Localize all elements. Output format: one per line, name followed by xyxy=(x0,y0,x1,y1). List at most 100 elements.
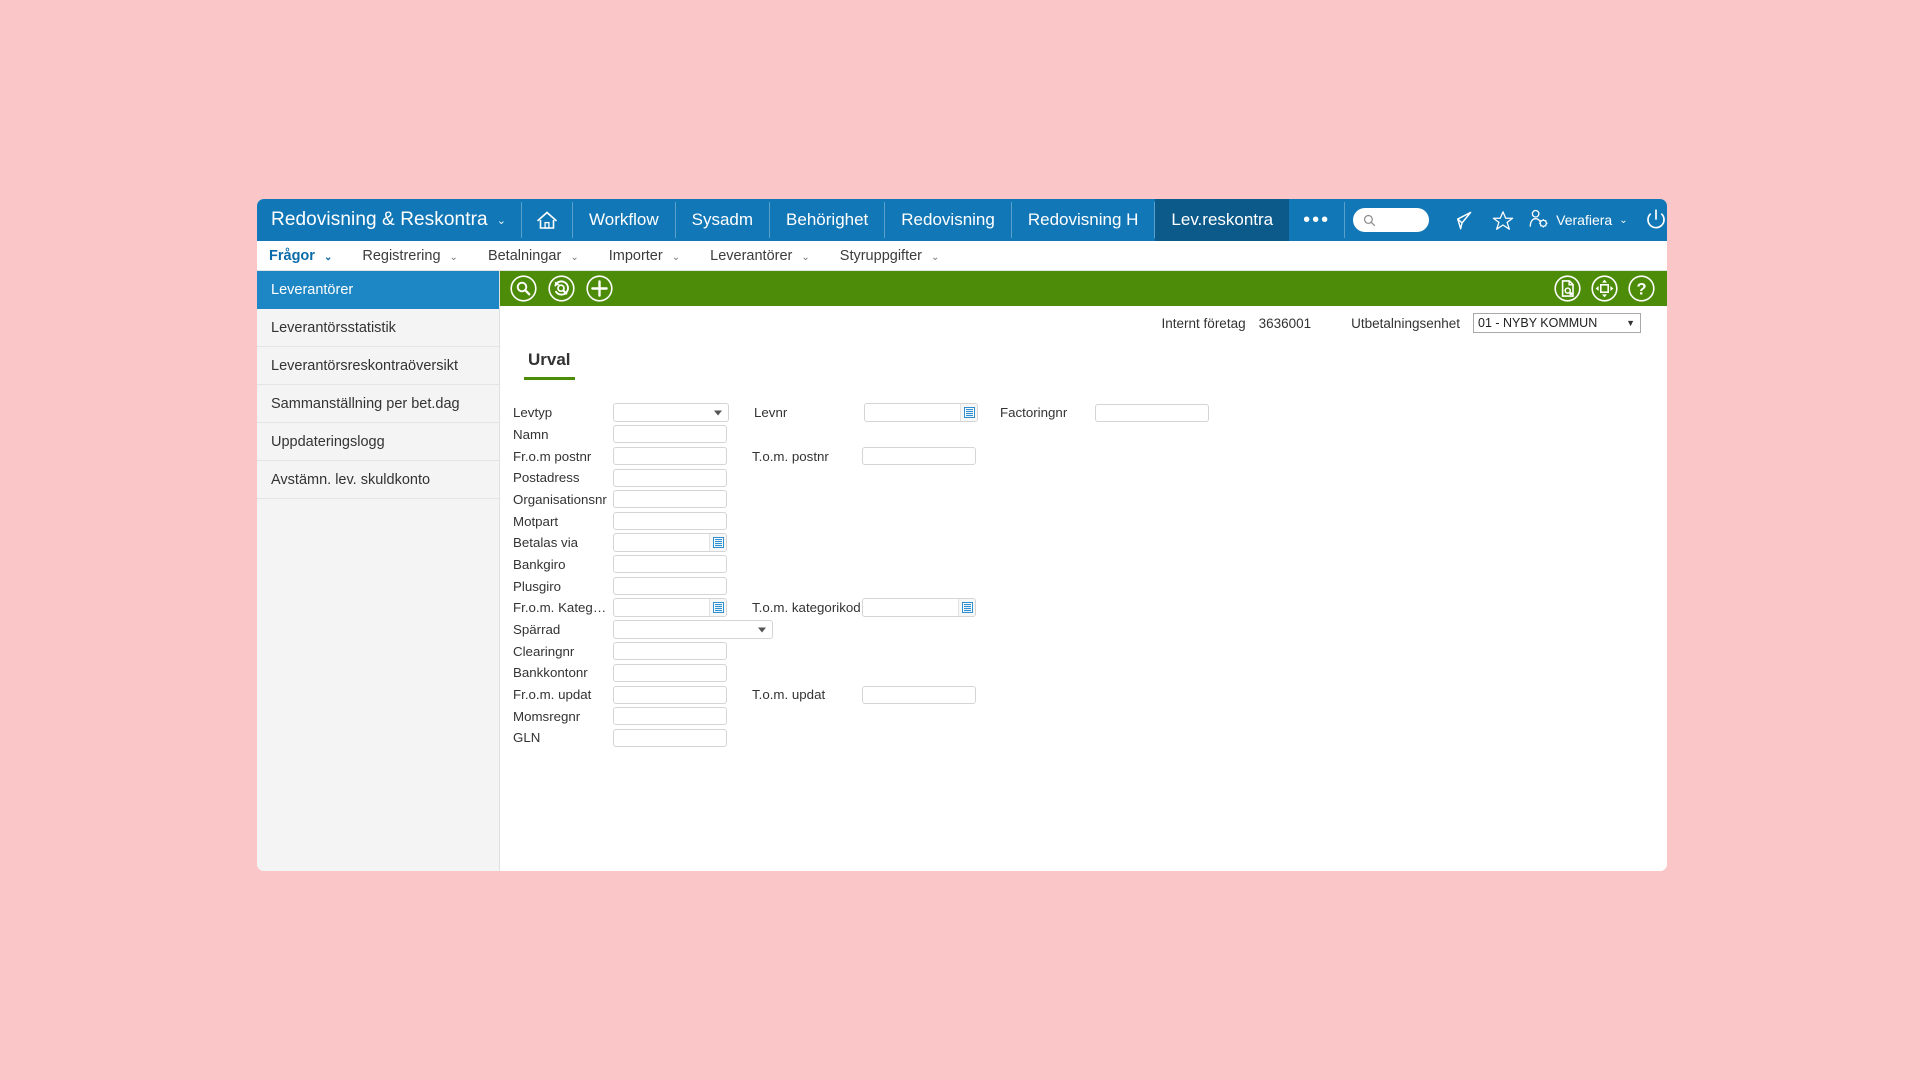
tab-label: Urval xyxy=(528,350,571,369)
star-icon[interactable] xyxy=(1483,199,1523,241)
nav-item-label: Redovisning H xyxy=(1027,210,1139,229)
from-kategorikod-input[interactable] xyxy=(614,599,709,616)
gln-input[interactable] xyxy=(613,728,727,747)
organisationsnr-input[interactable] xyxy=(613,490,727,509)
nav-right-group: Verafiera ⌄ xyxy=(1345,199,1667,241)
tom-kategorikod-input[interactable] xyxy=(863,599,958,616)
form-row: Bankkontonr xyxy=(500,662,1667,683)
menu-item-importer[interactable]: Importer ⌄ xyxy=(609,248,680,264)
nav-item-redovisning-h[interactable]: Redovisning H xyxy=(1012,199,1155,241)
move-resize-icon[interactable] xyxy=(1591,275,1618,302)
from-postnr-input[interactable] xyxy=(613,447,727,466)
form-row: Spärrad xyxy=(500,619,1667,640)
momsregnr-input[interactable] xyxy=(613,707,727,726)
list-lookup-icon[interactable] xyxy=(709,599,726,617)
nav-overflow-button[interactable]: ••• xyxy=(1289,199,1344,241)
field-label-postadress: Postadress xyxy=(513,470,580,486)
tab-urval[interactable]: Urval xyxy=(524,350,575,380)
sidebar: Leverantörer Leverantörsstatistik Levera… xyxy=(257,271,500,871)
search-input[interactable] xyxy=(1353,208,1430,232)
form-row: Fr.o.m. updat T.o.m. updat xyxy=(500,684,1667,705)
megaphone-icon[interactable] xyxy=(1443,199,1483,241)
search-refresh-icon[interactable] xyxy=(548,275,575,302)
nav-item-label: Sysadm xyxy=(691,210,754,229)
form-row: Namn xyxy=(500,424,1667,445)
sidebar-item-label: Leverantörsreskontraöversikt xyxy=(271,357,458,374)
urval-form: Levtyp Levnr Factoringnr Namn Fr.o.m pos… xyxy=(500,380,1667,749)
payment-unit-select[interactable]: 01 - NYBY KOMMUN ▼ xyxy=(1473,313,1641,333)
sidebar-item-uppdateringslogg[interactable]: Uppdateringslogg xyxy=(257,423,499,461)
field-label-bankgiro: Bankgiro xyxy=(513,556,566,572)
clearingnr-input[interactable] xyxy=(613,642,727,661)
form-row: Fr.o.m. Kategori… T.o.m. kategorikod xyxy=(500,597,1667,618)
brand-menu[interactable]: Redovisning & Reskontra ⌄ xyxy=(257,199,521,241)
form-row: Postadress xyxy=(500,467,1667,488)
sparrad-select[interactable] xyxy=(613,620,773,640)
levnr-input[interactable] xyxy=(865,404,960,421)
levtyp-select[interactable] xyxy=(613,403,729,423)
sidebar-item-leverantorer[interactable]: Leverantörer xyxy=(257,271,499,309)
field-label-namn: Namn xyxy=(513,426,549,442)
nav-item-home[interactable] xyxy=(522,199,572,241)
nav-item-sysadm[interactable]: Sysadm xyxy=(676,199,769,241)
from-updat-input[interactable] xyxy=(613,685,727,704)
field-label-gln: GLN xyxy=(513,730,541,746)
from-kategorikod-field[interactable] xyxy=(613,598,727,618)
field-label-tom-updat: T.o.m. updat xyxy=(752,687,826,703)
main-content: ? Internt företag 3636001 Utbetalningsen… xyxy=(500,271,1667,871)
field-label-clearingnr: Clearingnr xyxy=(513,643,575,659)
chevron-down-icon: ⌄ xyxy=(931,251,940,263)
chevron-down-icon xyxy=(714,410,722,416)
payment-unit-value: 01 - NYBY KOMMUN xyxy=(1478,316,1598,330)
nav-item-redovisning[interactable]: Redovisning xyxy=(885,199,1011,241)
menu-item-styruppgifter[interactable]: Styruppgifter ⌄ xyxy=(840,248,940,264)
list-lookup-icon[interactable] xyxy=(958,599,975,617)
plusgiro-input[interactable] xyxy=(613,577,727,596)
menu-item-registrering[interactable]: Registrering ⌄ xyxy=(362,248,458,264)
window-body: Leverantörer Leverantörsstatistik Levera… xyxy=(257,271,1667,871)
form-row: Organisationsnr xyxy=(500,489,1667,510)
field-label-bankkontonr: Bankkontonr xyxy=(513,665,588,681)
betalas-via-field[interactable] xyxy=(613,533,727,553)
sidebar-item-label: Avstämn. lev. skuldkonto xyxy=(271,471,431,488)
application-window: Redovisning & Reskontra ⌄ Workflow Sysad… xyxy=(257,199,1667,871)
menu-item-leverantorer[interactable]: Leverantörer ⌄ xyxy=(710,248,810,264)
sidebar-item-leverantorsstatistik[interactable]: Leverantörsstatistik xyxy=(257,309,499,347)
betalas-via-input[interactable] xyxy=(614,534,709,551)
tom-postnr-input[interactable] xyxy=(862,447,976,466)
chevron-down-icon: ⌄ xyxy=(671,251,681,263)
form-row: Motpart xyxy=(500,510,1667,531)
help-icon[interactable]: ? xyxy=(1628,275,1655,302)
postadress-input[interactable] xyxy=(613,468,727,487)
menu-item-betalningar[interactable]: Betalningar ⌄ xyxy=(488,248,579,264)
chevron-down-icon: ⌄ xyxy=(570,251,579,263)
action-toolbar: ? xyxy=(500,271,1667,306)
bankgiro-input[interactable] xyxy=(613,555,727,574)
menu-item-fragor[interactable]: Frågor ⌄ xyxy=(269,248,332,264)
levnr-field[interactable] xyxy=(864,403,978,423)
tom-kategorikod-field[interactable] xyxy=(862,598,976,618)
document-settings-icon[interactable] xyxy=(1554,275,1581,302)
list-lookup-icon[interactable] xyxy=(709,534,726,552)
sidebar-item-sammanstallning-per-betdag[interactable]: Sammanställning per bet.dag xyxy=(257,385,499,423)
search-icon[interactable] xyxy=(510,275,537,302)
nav-item-workflow[interactable]: Workflow xyxy=(573,199,675,241)
primary-navigation-bar: Redovisning & Reskontra ⌄ Workflow Sysad… xyxy=(257,199,1667,241)
field-label-factoringnr: Factoringnr xyxy=(1000,405,1068,421)
factoringnr-input[interactable] xyxy=(1095,403,1209,422)
field-label-organisationsnr: Organisationsnr xyxy=(513,491,607,507)
nav-item-lev-reskontra[interactable]: Lev.reskontra xyxy=(1155,199,1290,241)
plus-icon[interactable] xyxy=(586,275,613,302)
sidebar-item-leverantorsreskontraoversikt[interactable]: Leverantörsreskontraöversikt xyxy=(257,347,499,385)
namn-input[interactable] xyxy=(613,425,727,444)
list-lookup-icon[interactable] xyxy=(960,404,977,422)
motpart-input[interactable] xyxy=(613,512,727,531)
power-icon[interactable] xyxy=(1634,199,1667,241)
chevron-down-icon: ⌄ xyxy=(1619,214,1628,226)
bankkontonr-input[interactable] xyxy=(613,663,727,682)
user-menu[interactable]: Verafiera ⌄ xyxy=(1523,199,1633,241)
nav-item-behorighet[interactable]: Behörighet xyxy=(770,199,884,241)
form-row: Betalas via xyxy=(500,532,1667,553)
sidebar-item-avstamn-lev-skuldkonto[interactable]: Avstämn. lev. skuldkonto xyxy=(257,461,499,499)
tom-updat-input[interactable] xyxy=(862,685,976,704)
